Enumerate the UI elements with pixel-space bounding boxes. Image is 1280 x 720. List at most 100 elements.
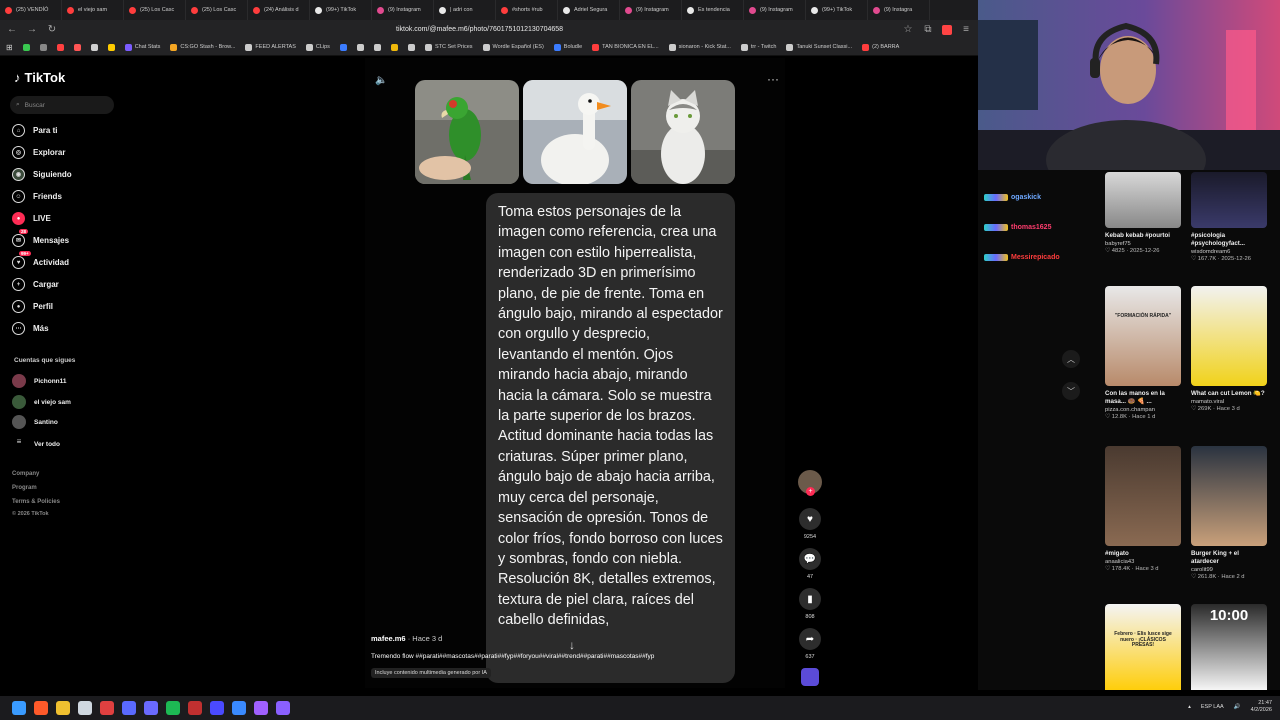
video-author[interactable]: anaalicia43	[1105, 559, 1181, 565]
video-title[interactable]: Kebab kebab #pourtoi	[1105, 232, 1181, 240]
author-avatar[interactable]: +	[798, 470, 822, 496]
see-all-link[interactable]: ≡ Ver todo	[12, 437, 60, 451]
speaker-icon[interactable]: 🔊	[1234, 704, 1241, 710]
comment-button[interactable]: 💬	[799, 548, 821, 570]
bookmark[interactable]	[90, 43, 98, 51]
bookmark[interactable]: Chat Stats	[124, 43, 160, 51]
browser-tab[interactable]: (25) Los Casc	[124, 0, 186, 20]
browser-tab[interactable]: (99+) TikTok	[806, 0, 868, 20]
spotify-icon[interactable]	[166, 701, 180, 715]
sidebar-item-siguiendo[interactable]: ◉ Siguiendo	[12, 168, 72, 181]
wifi-icon[interactable]: ▴	[1188, 704, 1191, 710]
app-icon[interactable]	[276, 701, 290, 715]
chat-username[interactable]: ogaskick	[1011, 194, 1041, 201]
bookmark[interactable]	[22, 43, 30, 51]
bookmark[interactable]	[339, 43, 347, 51]
video-thumbnail[interactable]	[1191, 172, 1267, 228]
browser-tab[interactable]: #shorts #rub	[496, 0, 558, 20]
scroll-down-button[interactable]: ﹀	[1062, 382, 1080, 400]
sidebar-item-perfil[interactable]: ● Perfil	[12, 300, 53, 313]
video-thumbnail[interactable]: "FORMACIÓN RÁPIDA"	[1105, 286, 1181, 386]
chat-username[interactable]: Messirepicado	[1011, 254, 1060, 261]
post-author[interactable]: mafee.m6	[371, 634, 406, 643]
related-video-card[interactable]: #psicologia #psychologyfact... wisdomdrea…	[1191, 172, 1267, 262]
bookmark[interactable]	[407, 43, 415, 51]
forward-icon[interactable]: →	[26, 24, 38, 35]
brave-icon[interactable]	[34, 701, 48, 715]
footer-link[interactable]: Company	[12, 471, 39, 477]
post-caption[interactable]: Tremendo flow ##parati##mascotas##parati…	[371, 653, 726, 660]
bookmark[interactable]	[356, 43, 364, 51]
related-video-card[interactable]: Febrero · Elis lusce sige nuero · ¡CLÁSI…	[1105, 604, 1181, 690]
app-icon[interactable]	[210, 701, 224, 715]
follow-plus-icon[interactable]: +	[806, 487, 815, 496]
like-button[interactable]: ♥	[799, 508, 821, 530]
file-explorer-icon[interactable]	[56, 701, 70, 715]
browser-tab[interactable]: | adri con	[434, 0, 496, 20]
scroll-down-arrow-icon[interactable]: ↓	[569, 638, 575, 652]
video-thumbnail[interactable]	[1105, 172, 1181, 228]
sidebar-item-mensajes[interactable]: ✉ 28 Mensajes	[12, 229, 69, 247]
search-input[interactable]: ⌕ Buscar	[10, 96, 114, 114]
bookmark[interactable]	[373, 43, 381, 51]
video-title[interactable]: What can cut Lemon 🍋?	[1191, 390, 1267, 398]
more-options-icon[interactable]: ···	[767, 72, 779, 86]
sidebar-item-friends[interactable]: ☺ Friends	[12, 190, 62, 203]
bookmark[interactable]: FEED ALERTAS	[245, 43, 296, 51]
followed-account[interactable]: Pichonn11	[12, 374, 67, 388]
followed-account[interactable]: el viejo sam	[12, 395, 71, 409]
menu-icon[interactable]: ≡	[960, 24, 972, 35]
browser-tab[interactable]: el viejo sam	[62, 0, 124, 20]
video-thumbnail[interactable]	[1105, 446, 1181, 546]
tiktok-logo[interactable]: ♪ TikTok	[14, 70, 65, 85]
related-video-card[interactable]: Kebab kebab #pourtoi babyref75 ♡ 4825 · 20…	[1105, 172, 1181, 254]
save-button[interactable]: ▮	[799, 588, 821, 610]
sidebar-item-live[interactable]: ● LIVE	[12, 212, 51, 225]
post-author-line[interactable]: mafee.m6 · Hace 3 d	[371, 634, 442, 643]
discord-icon[interactable]	[144, 701, 158, 715]
video-title[interactable]: Burger King + el atardecer	[1191, 550, 1267, 566]
lang-indicator[interactable]: ESP LAA	[1201, 704, 1224, 710]
bookmark[interactable]: CS:GO Stash - Brow...	[170, 43, 235, 51]
browser-tab[interactable]: (9) Instagram	[620, 0, 682, 20]
bookmark[interactable]: TAN BIONICA EN EL...	[592, 43, 659, 51]
bookmark[interactable]: CLips	[305, 43, 330, 51]
sidebar-item-cargar[interactable]: + Cargar	[12, 278, 59, 291]
back-icon[interactable]: ←	[6, 24, 18, 35]
app-icon[interactable]	[122, 701, 136, 715]
bookmark[interactable]	[73, 43, 81, 51]
related-video-card[interactable]: Burger King + el atardecer carolit99 ♡ 261…	[1191, 446, 1267, 580]
related-video-card[interactable]: #migato anaalicia43 ♡ 178.4K · Hace 3 d	[1105, 446, 1181, 572]
bookmark[interactable]: STC Set Prices	[424, 43, 473, 51]
bookmark[interactable]	[390, 43, 398, 51]
scroll-up-button[interactable]: ︿	[1062, 350, 1080, 368]
chrome-icon[interactable]	[100, 701, 114, 715]
video-author[interactable]: mamato.viral	[1191, 399, 1267, 405]
video-author[interactable]: wisdomdream6	[1191, 249, 1267, 255]
related-video-card[interactable]: What can cut Lemon 🍋? mamato.viral ♡ 269K …	[1191, 286, 1267, 412]
browser-tab[interactable]: (99+) TikTok	[310, 0, 372, 20]
url-field[interactable]: tiktok.com/@mafee.m6/photo/7601751012130…	[396, 26, 563, 33]
sidebar-item-explorar[interactable]: ◎ Explorar	[12, 146, 65, 159]
video-title[interactable]: #psicologia #psychologyfact...	[1191, 232, 1267, 248]
bookmark[interactable]	[39, 43, 47, 51]
brave-shield-icon[interactable]	[942, 24, 952, 35]
footer-link[interactable]: Program	[12, 485, 37, 491]
reload-icon[interactable]: ↻	[46, 24, 58, 35]
bookmark[interactable]	[107, 43, 115, 51]
obs-icon[interactable]	[188, 701, 202, 715]
followed-account[interactable]: Santino	[12, 415, 58, 429]
footer-link[interactable]: Terms & Policies	[12, 499, 60, 505]
video-author[interactable]: babyref75	[1105, 241, 1181, 247]
browser-tab[interactable]: (9) Instagram	[372, 0, 434, 20]
extensions-icon[interactable]: ⧉	[922, 24, 934, 35]
sidebar-item-m-s[interactable]: ⋯ Más	[12, 322, 49, 335]
browser-tab[interactable]: Es tendencia	[682, 0, 744, 20]
bookmark[interactable]: Wordle Español (ES)	[482, 43, 544, 51]
apps-grid-icon[interactable]: ⊞	[6, 43, 13, 52]
sidebar-item-actividad[interactable]: ♥ 99+ Actividad	[12, 251, 69, 269]
browser-tab[interactable]: (25) Los Casc	[186, 0, 248, 20]
bookmark[interactable]: trr - Twitch	[740, 43, 776, 51]
volume-icon[interactable]: 🔈	[375, 75, 387, 86]
bookmark[interactable]: Boludle	[553, 43, 582, 51]
